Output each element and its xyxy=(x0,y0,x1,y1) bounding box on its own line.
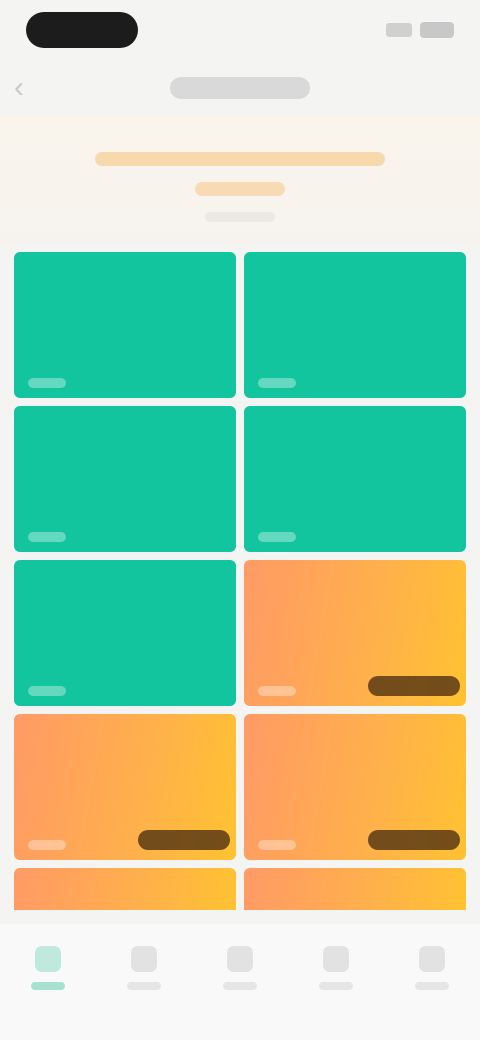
card-badge xyxy=(368,676,460,696)
chevron-left-icon[interactable]: ‹ xyxy=(14,70,42,106)
tab-home[interactable] xyxy=(18,946,78,1040)
card-item[interactable] xyxy=(244,252,466,398)
battery-icon xyxy=(420,22,454,38)
tab-label xyxy=(415,982,449,990)
card-item[interactable] xyxy=(14,252,236,398)
card-caption xyxy=(28,378,66,388)
nav-bar: ‹ xyxy=(0,60,480,116)
banner-subline xyxy=(195,182,285,196)
tab-messages[interactable] xyxy=(306,946,366,1040)
card-item[interactable] xyxy=(244,560,466,706)
tab-label xyxy=(127,982,161,990)
tab-label xyxy=(31,982,65,990)
tab-category[interactable] xyxy=(114,946,174,1040)
card-item[interactable] xyxy=(244,406,466,552)
card-item[interactable] xyxy=(14,560,236,706)
promo-banner xyxy=(0,116,480,244)
card-item[interactable] xyxy=(244,714,466,860)
banner-headline xyxy=(95,152,385,166)
banner-caption xyxy=(205,212,275,222)
card-badge xyxy=(368,830,460,850)
card-caption xyxy=(258,840,296,850)
card-item[interactable] xyxy=(244,868,466,910)
card-caption xyxy=(258,686,296,696)
message-icon xyxy=(323,946,349,972)
user-icon xyxy=(419,946,445,972)
page-title xyxy=(170,77,310,99)
card-badge xyxy=(138,830,230,850)
card-caption xyxy=(258,532,296,542)
tab-create[interactable] xyxy=(210,946,270,1040)
home-icon xyxy=(35,946,61,972)
card-item[interactable] xyxy=(14,868,236,910)
card-item[interactable] xyxy=(14,714,236,860)
plus-icon xyxy=(227,946,253,972)
card-caption xyxy=(28,686,66,696)
card-caption xyxy=(28,532,66,542)
tab-bar xyxy=(0,924,480,1040)
status-indicators xyxy=(386,22,454,38)
tab-label xyxy=(223,982,257,990)
grid-icon xyxy=(131,946,157,972)
card-grid xyxy=(14,252,466,910)
card-item[interactable] xyxy=(14,406,236,552)
tab-profile[interactable] xyxy=(402,946,462,1040)
tab-label xyxy=(319,982,353,990)
card-caption xyxy=(28,840,66,850)
card-caption xyxy=(258,378,296,388)
status-time-pill xyxy=(26,12,138,48)
status-bar xyxy=(0,0,480,60)
signal-icon xyxy=(386,23,412,37)
